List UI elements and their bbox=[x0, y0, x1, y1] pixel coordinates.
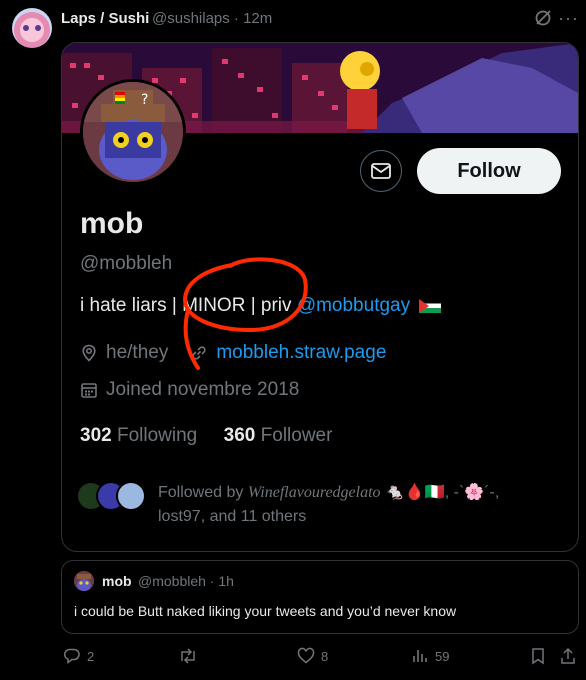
like-count: 8 bbox=[321, 648, 329, 664]
avatar-image: ? bbox=[83, 82, 183, 182]
author-avatar[interactable] bbox=[12, 8, 52, 48]
bio-text: i hate liars | MINOR | priv bbox=[80, 295, 297, 316]
joined-row: Joined novembre 2018 bbox=[80, 379, 299, 401]
follower-count: 360 bbox=[223, 425, 256, 446]
joined-date: Joined novembre 2018 bbox=[106, 379, 300, 400]
followed-by-text: Followed by Wineflavouredgelato 🐁🩸🇮🇹, -`… bbox=[158, 481, 578, 529]
quote-text: i could be Butt naked liking your tweets… bbox=[74, 603, 457, 619]
views-bar-icon bbox=[413, 650, 427, 662]
share-button[interactable] bbox=[560, 647, 576, 665]
views-button[interactable]: 59 bbox=[411, 647, 449, 665]
followed-by-prefix: Followed by bbox=[158, 484, 248, 501]
profile-handle[interactable]: @mobbleh bbox=[80, 253, 172, 275]
profile-name[interactable]: mob bbox=[80, 207, 143, 241]
bookmark-icon bbox=[532, 648, 544, 665]
profile-meta-row: he/they mobbleh.straw.page bbox=[80, 342, 386, 364]
follower-avatar bbox=[116, 481, 146, 511]
view-count: 59 bbox=[435, 648, 450, 664]
share-icon bbox=[561, 647, 575, 664]
quote-handle-time[interactable]: @mobbleh · 1h bbox=[138, 573, 234, 589]
svg-text:?: ? bbox=[141, 92, 148, 108]
palestine-flag-icon bbox=[419, 298, 442, 313]
location-pin-icon bbox=[82, 344, 96, 362]
followers-link[interactable]: 360 Follower bbox=[224, 425, 333, 446]
profile-avatar[interactable]: ? bbox=[80, 79, 186, 185]
quote-avatar-image bbox=[74, 571, 94, 591]
calendar-icon bbox=[81, 383, 97, 398]
author-name[interactable]: Laps / Sushi bbox=[61, 10, 149, 27]
website-link[interactable]: mobbleh.straw.page bbox=[216, 342, 386, 364]
avatar-eye bbox=[23, 25, 29, 31]
follow-button[interactable]: Follow bbox=[417, 148, 561, 194]
followed-by-name: Wineflavouredgelato bbox=[247, 484, 381, 501]
reply-button[interactable]: 2 bbox=[63, 647, 94, 665]
retweet-button[interactable] bbox=[178, 647, 198, 665]
like-button[interactable]: 8 bbox=[297, 647, 328, 665]
follower-label: Follower bbox=[260, 425, 333, 446]
quote-author-name[interactable]: mob bbox=[102, 573, 132, 589]
reply-count: 2 bbox=[87, 648, 95, 664]
following-count: 302 bbox=[80, 425, 112, 446]
message-button[interactable] bbox=[360, 150, 402, 192]
pronouns: he/they bbox=[106, 342, 169, 363]
followed-by-emoji: 🐁🩸🇮🇹, -`🌸´-, bbox=[380, 484, 500, 501]
link-icon bbox=[192, 346, 206, 360]
author-handle-time[interactable]: @sushilaps · 12m bbox=[152, 10, 272, 27]
more-options-icon[interactable]: ··· bbox=[558, 8, 579, 29]
reply-icon bbox=[63, 648, 80, 664]
followed-by-rest: lost97, and 11 others bbox=[158, 508, 307, 525]
bio-mention-link[interactable]: @mobbutgay bbox=[297, 295, 410, 316]
quote-avatar[interactable] bbox=[74, 571, 94, 591]
quoted-post[interactable]: mob @mobbleh · 1h i could be Butt naked … bbox=[61, 560, 579, 634]
following-link[interactable]: 302 Following bbox=[80, 425, 197, 446]
profile-card[interactable]: ? Follow mob @mobbleh i hate liars | MIN… bbox=[61, 42, 579, 552]
bookmark-button[interactable] bbox=[530, 647, 546, 665]
followed-by-row[interactable]: Followed by Wineflavouredgelato 🐁🩸🇮🇹, -`… bbox=[76, 481, 578, 529]
follow-stats: 302 Following 360 Follower bbox=[80, 425, 332, 447]
following-label: Following bbox=[116, 425, 198, 446]
profile-bio: i hate liars | MINOR | priv @mobbutgay bbox=[80, 295, 442, 317]
envelope-icon bbox=[371, 163, 391, 179]
retweet-icon bbox=[181, 648, 195, 664]
heart-icon bbox=[297, 647, 315, 664]
grok-icon[interactable] bbox=[534, 9, 552, 27]
avatar-eye bbox=[35, 25, 41, 31]
